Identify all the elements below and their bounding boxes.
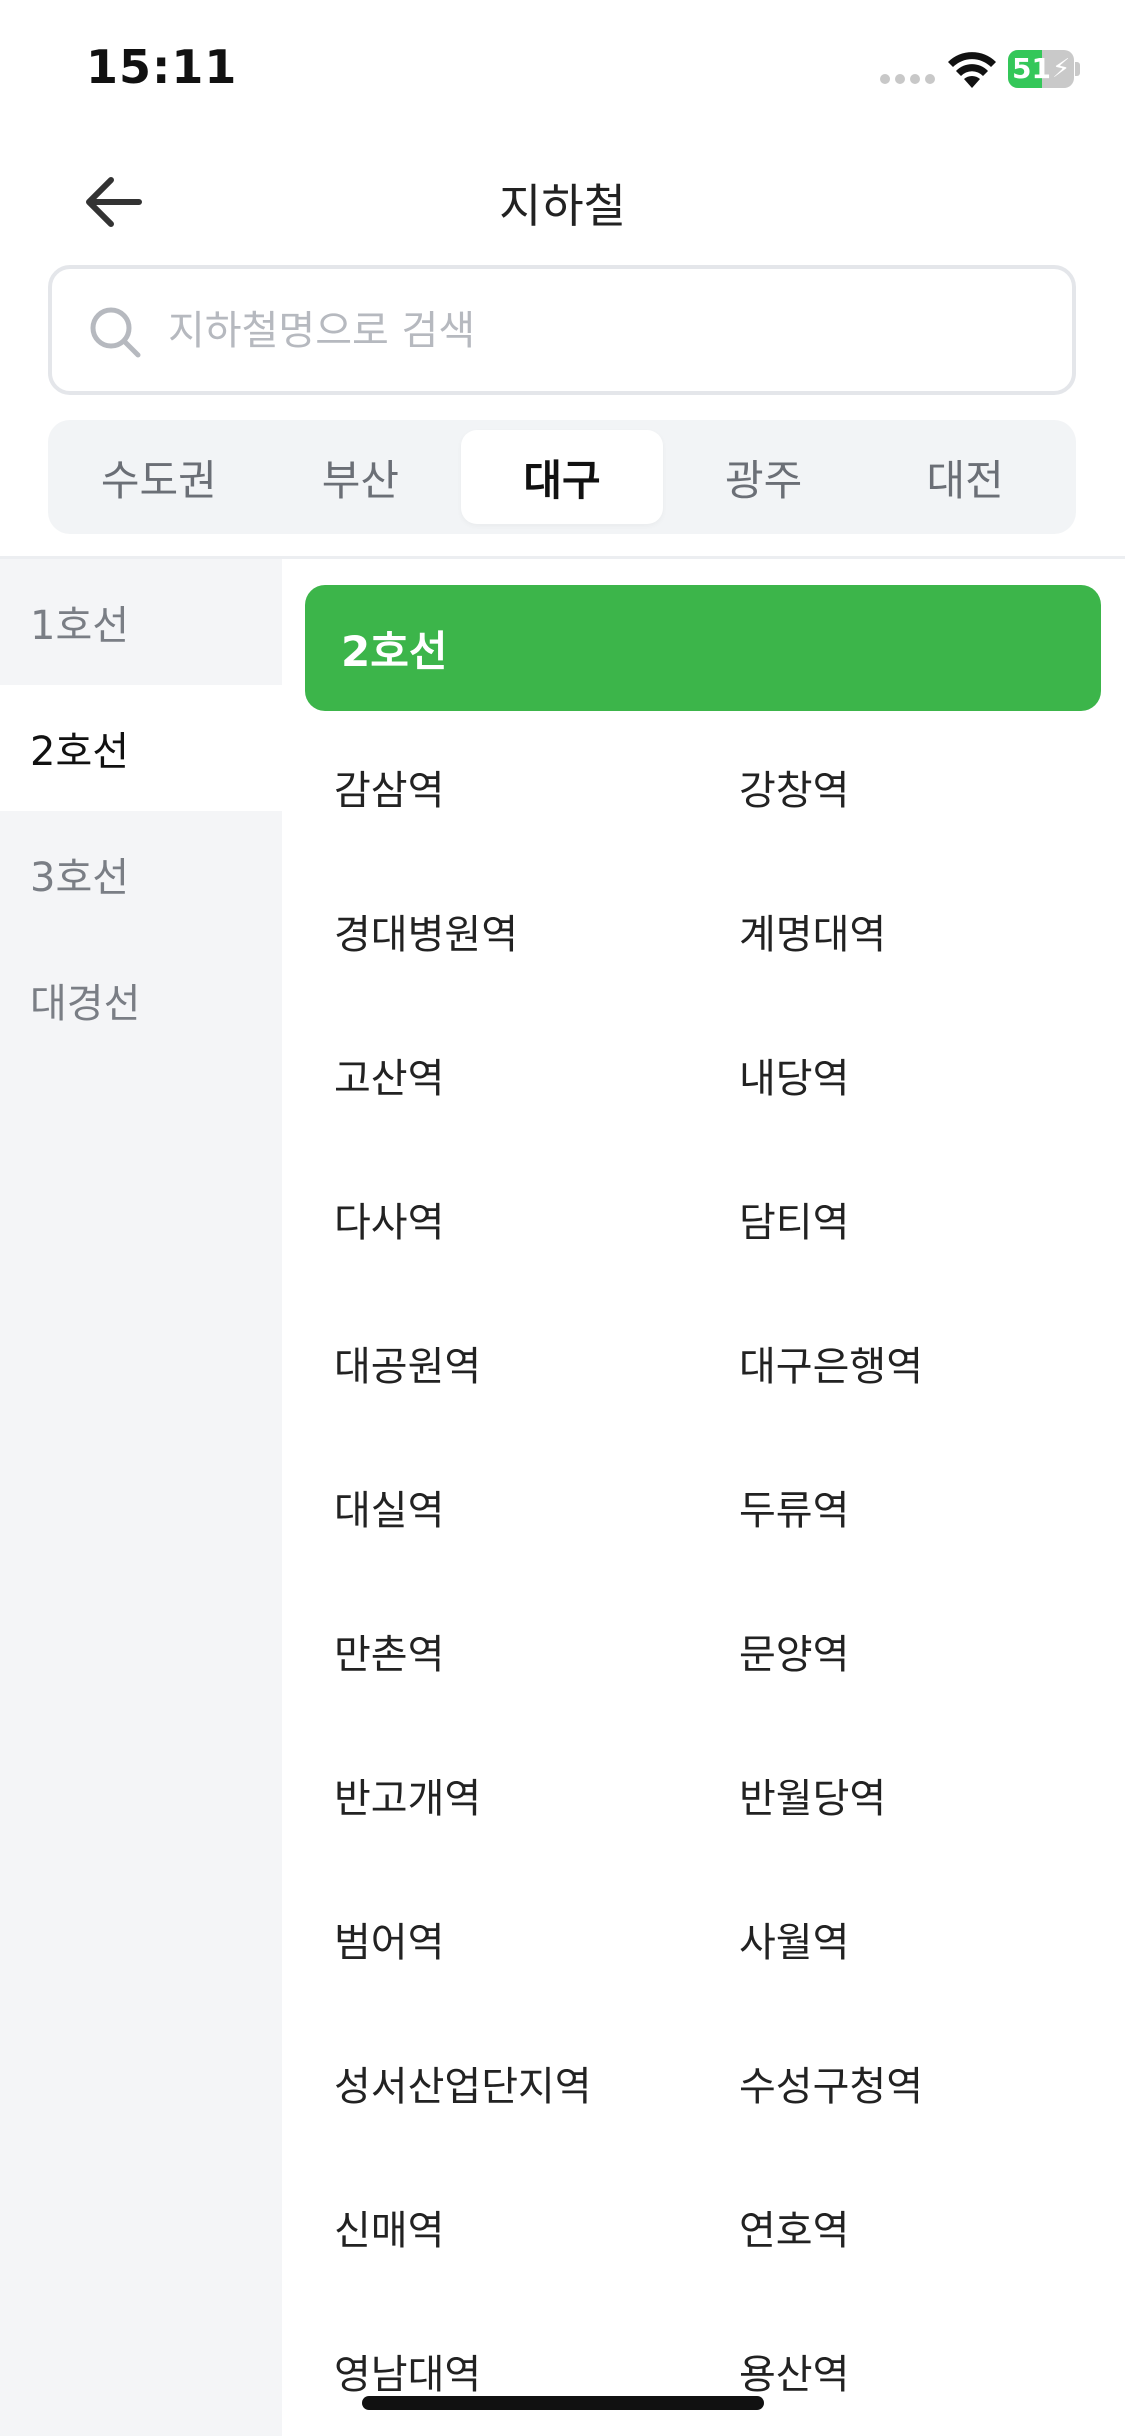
status-time: 15:11 [86,40,238,94]
station-item[interactable]: 범어역 [334,1910,444,1968]
search-input[interactable] [168,291,1048,371]
battery-percent: 51 [1012,52,1051,85]
station-item[interactable]: 영남대역 [334,2342,481,2400]
station-item[interactable]: 고산역 [334,1046,444,1104]
sidebar-item-line-3[interactable]: 3호선 [0,811,282,937]
station-item[interactable]: 담티역 [739,1190,849,1248]
station-item[interactable]: 대구은행역 [739,1334,923,1392]
station-item[interactable]: 반고개역 [334,1766,481,1824]
station-item[interactable]: 대실역 [334,1478,444,1536]
station-item[interactable]: 연호역 [739,2198,849,2256]
search-box[interactable] [48,265,1076,395]
wifi-icon [948,52,996,88]
status-bar: 15:11 51 ⚡ [0,0,1125,140]
sidebar-item-daegyeong[interactable]: 대경선 [0,937,282,1063]
battery-icon: 51 ⚡ [1008,50,1080,88]
station-item[interactable]: 신매역 [334,2198,444,2256]
cellular-signal-icon [880,74,936,86]
station-item[interactable]: 수성구청역 [739,2054,923,2112]
header: 지하철 [0,140,1125,260]
station-item[interactable]: 감삼역 [334,758,444,816]
sidebar-item-line-1[interactable]: 1호선 [0,559,282,685]
station-item[interactable]: 대공원역 [334,1334,481,1392]
region-tab-daejeon[interactable]: 대전 [864,430,1066,524]
station-item[interactable]: 만촌역 [334,1622,444,1680]
station-item[interactable]: 두류역 [739,1478,849,1536]
line-sidebar: 1호선 2호선 3호선 대경선 [0,559,282,2436]
region-tabs: 수도권 부산 대구 광주 대전 [48,420,1076,534]
page-title: 지하철 [499,179,626,233]
station-item[interactable]: 내당역 [739,1046,849,1104]
sidebar-item-line-2[interactable]: 2호선 [0,685,282,811]
region-tab-sudogwon[interactable]: 수도권 [58,430,260,524]
station-item[interactable]: 경대병원역 [334,902,518,960]
station-item[interactable]: 문양역 [739,1622,849,1680]
region-tab-busan[interactable]: 부산 [260,430,462,524]
region-tab-gwangju[interactable]: 광주 [663,430,865,524]
station-item[interactable]: 다사역 [334,1190,444,1248]
station-item[interactable]: 사월역 [739,1910,849,1968]
region-tab-daegu[interactable]: 대구 [461,430,663,524]
station-item[interactable]: 용산역 [739,2342,849,2400]
station-content: 2호선 감삼역 강창역경대병원역 계명대역고산역 내당역다사역 담티역대공원역 대구은행역… [282,559,1125,2436]
station-item[interactable]: 강창역 [739,758,849,816]
charging-bolt-icon: ⚡ [1052,54,1071,84]
selected-line-header: 2호선 [305,585,1101,711]
home-indicator [362,2396,764,2410]
station-item[interactable]: 반월당역 [739,1766,886,1824]
screen: 15:11 51 ⚡ 지하철 지하철명으로 검색 수도권 부산 대구 광주 대전… [0,0,1125,2436]
search-icon [90,307,141,358]
station-item[interactable]: 성서산업단지역 [334,2054,592,2112]
station-item[interactable]: 계명대역 [739,902,886,960]
